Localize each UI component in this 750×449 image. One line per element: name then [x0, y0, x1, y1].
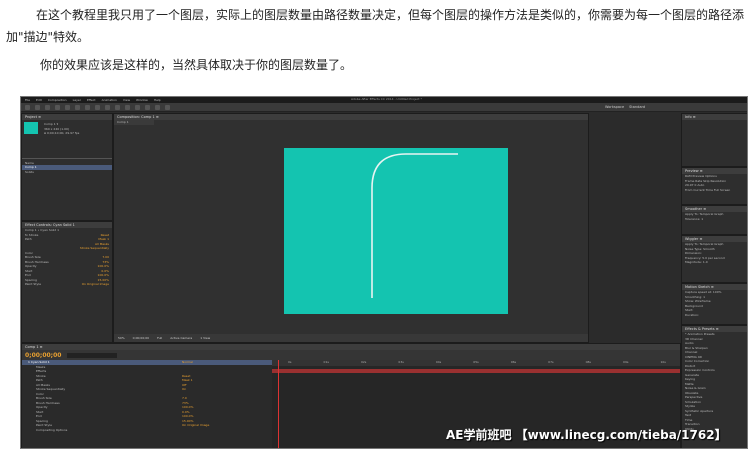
- article-paragraph-1: 在这个教程里我只用了一个图层，实际上的图层数量由路径数量决定，但每个图层的操作方…: [6, 8, 745, 44]
- menu-item-help[interactable]: Help: [154, 98, 161, 102]
- effects-list: * Animation Presets 3D Channel Audio Blur &…: [682, 332, 747, 431]
- info-panel: Info ≡: [681, 113, 747, 167]
- rotate-tool-icon[interactable]: [65, 104, 70, 110]
- ruler-tick: 06s: [510, 360, 517, 364]
- timeline-layer-list: 1 Cyan Solid 1 Normal Masks Effects Stroke Re…: [22, 360, 272, 448]
- article-paragraph-2: 你的效果应该是这样的，当然具体取决于你的图层数量了。: [40, 58, 353, 72]
- ruler-tick: 05s: [473, 360, 479, 364]
- comp-sub-tab[interactable]: Comp 1: [114, 120, 154, 125]
- smoother-rows: Apply To: Temporal Graph Tolerance: 1: [682, 212, 747, 222]
- project-item[interactable]: Solids: [22, 170, 112, 175]
- comp-canvas[interactable]: [284, 148, 508, 314]
- ruler-tick: 10s: [660, 360, 666, 364]
- hand-tool-icon[interactable]: [45, 104, 50, 110]
- ruler-tick: 04s: [435, 360, 442, 364]
- timeline-timecode[interactable]: 0;00;00;00: [25, 352, 61, 359]
- preview-panel: Preview ≡ RAM Preview Options Frame Rate …: [681, 167, 747, 205]
- selection-tool-icon[interactable]: [35, 104, 40, 110]
- clone-tool-icon[interactable]: [135, 104, 140, 110]
- app-title: Adobe After Effects CC 2014 - Untitled P…: [351, 97, 423, 101]
- ruler-tick: 07s: [548, 360, 554, 364]
- pan-tool-icon[interactable]: [85, 104, 90, 110]
- article-page: 在这个教程里我只用了一个图层，实际上的图层数量由路径数量决定，但每个图层的操作方…: [0, 0, 750, 449]
- viewer-bar-item[interactable]: 0;00;00;00: [133, 336, 149, 340]
- time-ruler[interactable]: 0s 01s 02s 03s 04s 05s 06s 07s 08s 09s 10s: [272, 360, 680, 366]
- composition-viewer[interactable]: Composition: Comp 1 ≡ Comp 1 50% 0;00;00;…: [113, 113, 589, 343]
- project-item-list: Name Comp 1 Solids: [22, 161, 112, 175]
- ae-screenshot: File Edit Composition Layer Effect Animation V…: [20, 96, 748, 449]
- effect-controls-rows: fx Stroke Reset Path Mask 1 All Masks Stroke …: [22, 233, 112, 287]
- puppet-tool-icon[interactable]: [165, 104, 170, 110]
- menu-item-animation[interactable]: Animation: [102, 98, 117, 102]
- timeline-layer-row[interactable]: Compositing Options: [22, 428, 272, 433]
- menu-item-composition[interactable]: Composition: [48, 98, 67, 102]
- layer-duration-bar[interactable]: [272, 369, 680, 373]
- stroke-path: [371, 153, 458, 298]
- viewer-bar-item[interactable]: Full: [157, 336, 162, 340]
- effect-control-label: Paint Style: [25, 282, 41, 286]
- effect-control-label: Path: [25, 237, 32, 241]
- pen-tool-icon[interactable]: [105, 104, 110, 110]
- viewer-bottom-bar: 50% 0;00;00;00 Full Active Camera 1 View: [114, 334, 588, 342]
- ruler-tick: 02s: [360, 360, 367, 364]
- roto-tool-icon[interactable]: [155, 104, 160, 110]
- menu-item-view[interactable]: View: [123, 98, 130, 102]
- project-panel: Project ≡ Comp 1 ▾ 360 x 240 (1.00) Δ 0;…: [21, 113, 113, 221]
- menu-item-layer[interactable]: Layer: [73, 98, 81, 102]
- motion-sketch-rows: Capture speed at: 100% Smoothing: 1 Show: …: [682, 290, 747, 318]
- menu-item-file[interactable]: File: [25, 98, 30, 102]
- viewer-bar-item[interactable]: 50%: [118, 336, 125, 340]
- viewer-bar-item[interactable]: Active Camera: [170, 336, 192, 340]
- zoom-tool-icon[interactable]: [55, 104, 60, 110]
- timeline-header: 0;00;00;00: [22, 350, 680, 360]
- motion-sketch-panel: Motion Sketch ≡ Capture speed at: 100% Sm…: [681, 283, 747, 325]
- smoother-panel: Smoother ≡ Apply To: Temporal Graph Toler…: [681, 205, 747, 235]
- playhead[interactable]: [278, 360, 279, 448]
- preview-rows: RAM Preview Options Frame Rate Skip Resol…: [682, 174, 747, 193]
- home-icon[interactable]: [25, 104, 30, 110]
- menu-item-effect[interactable]: Effect: [87, 98, 96, 102]
- comp-thumbnail: [24, 122, 38, 134]
- tools-toolbar: Workspace Standard: [21, 103, 747, 112]
- brush-tool-icon[interactable]: [125, 104, 130, 110]
- timeline-row-label: Compositing Options: [36, 427, 68, 432]
- camera-tool-icon[interactable]: [75, 104, 80, 110]
- preview-row[interactable]: From Current Time Full Screen: [682, 188, 747, 193]
- workspace-select[interactable]: Standard: [629, 105, 645, 109]
- ruler-tick: 03s: [398, 360, 404, 364]
- effect-control-value[interactable]: Stroke Sequentially: [80, 246, 109, 251]
- smoother-row[interactable]: Tolerance: 1: [682, 217, 747, 222]
- effect-control-value[interactable]: On Original Image: [82, 282, 109, 287]
- eraser-tool-icon[interactable]: [145, 104, 150, 110]
- viewer-bar-item[interactable]: 1 View: [200, 336, 210, 340]
- ruler-tick: 01s: [323, 360, 329, 364]
- composition-tab[interactable]: Composition: Comp 1 ≡: [114, 114, 588, 120]
- motion-sketch-row[interactable]: Duration:: [682, 313, 747, 318]
- ruler-tick: 0s: [288, 360, 292, 364]
- wiggler-panel: Wiggler ≡ Apply To: Temporal Graph Noise …: [681, 235, 747, 283]
- watermark-text: AE学前班吧 【www.linecg.com/tieba/1762】: [446, 428, 727, 442]
- effect-controls-panel: Effect Controls: Cyan Solid 1 Comp 1 • C…: [21, 221, 113, 343]
- shape-tool-icon[interactable]: [95, 104, 100, 110]
- project-comp-info2: Δ 0;00;10;00, 29.97 fps: [44, 131, 80, 135]
- info-header[interactable]: Info ≡: [682, 114, 747, 120]
- wiggler-rows: Apply To: Temporal Graph Noise Type: Smoo…: [682, 242, 747, 265]
- text-tool-icon[interactable]: [115, 104, 120, 110]
- timeline-search-input[interactable]: [67, 352, 118, 358]
- menu-item-window[interactable]: Window: [136, 98, 148, 102]
- workspace-label: Workspace: [605, 105, 625, 109]
- ruler-tick: 08s: [585, 360, 591, 364]
- wiggler-row[interactable]: Magnitude: 1.0: [682, 260, 747, 265]
- menu-item-edit[interactable]: Edit: [36, 98, 42, 102]
- effect-control-row[interactable]: Paint Style On Original Image: [22, 282, 112, 287]
- ruler-tick: 09s: [623, 360, 629, 364]
